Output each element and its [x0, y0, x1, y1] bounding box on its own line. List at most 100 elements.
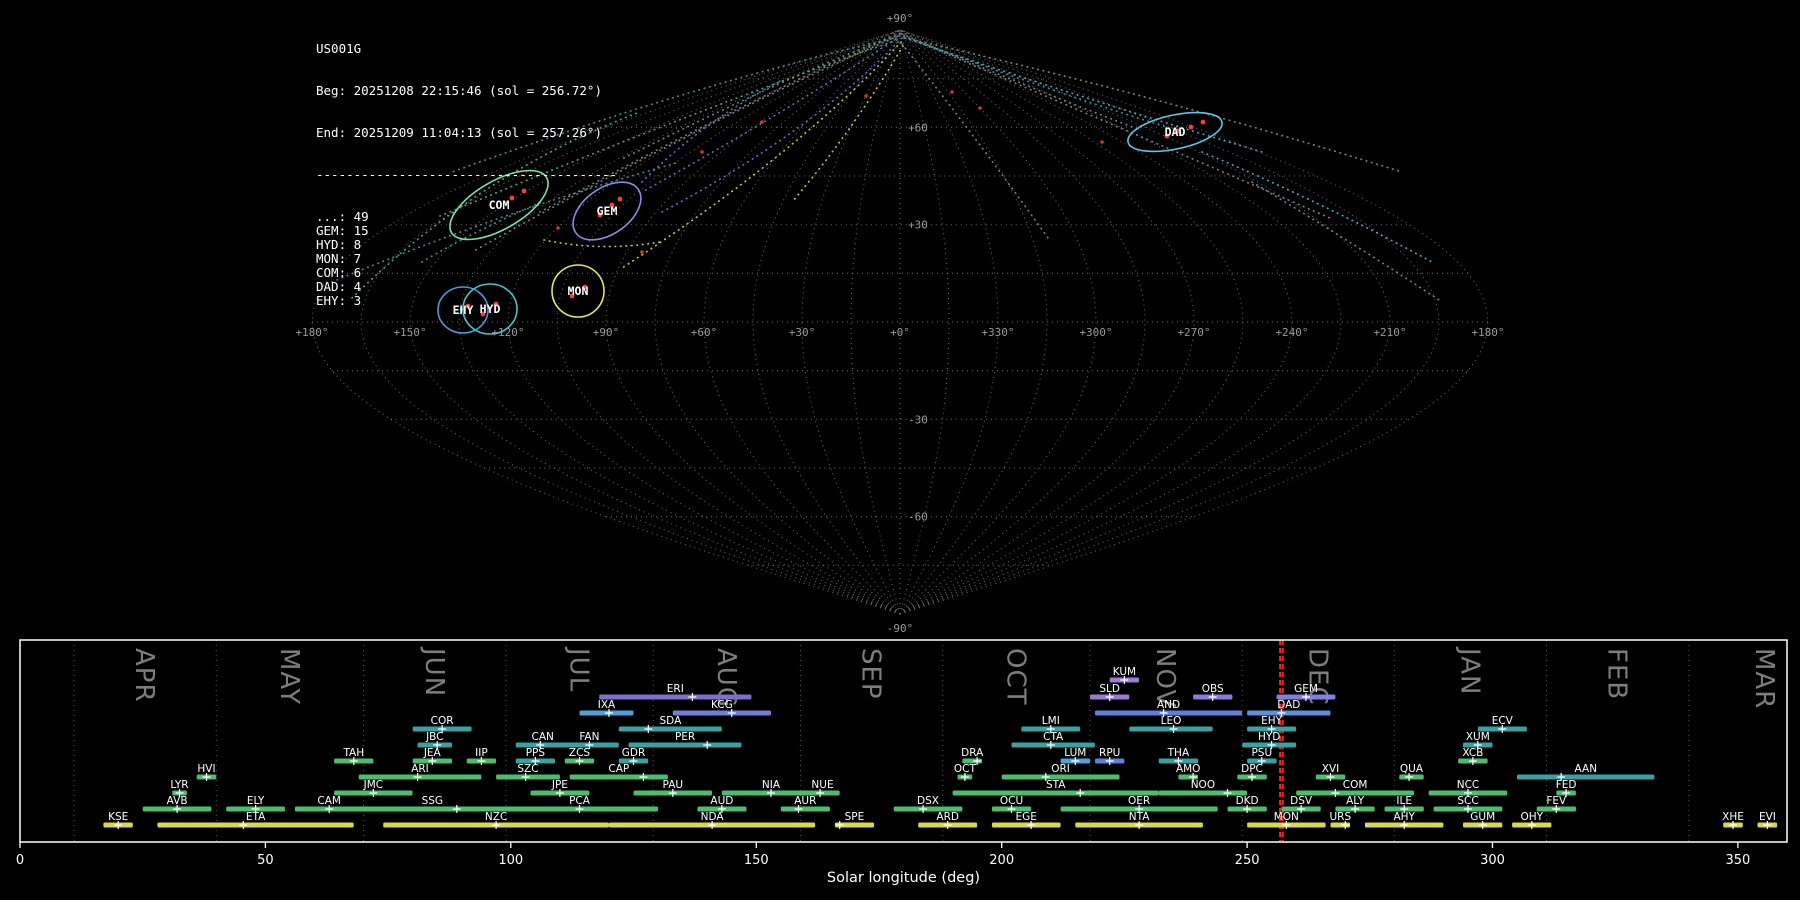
shower-bar-CAM: CAM: [294, 795, 364, 813]
shower-bar-SPE: SPE: [834, 811, 875, 829]
shower-bar-NZC: NZC: [383, 811, 609, 829]
shower-bar-OCT: OCT: [954, 763, 977, 781]
shower-code-label: SCC: [1457, 795, 1478, 807]
shower-bar-HVI: HVI: [196, 763, 217, 781]
month-labels: APR MAY JUN JUL AUG SEP OCT NOV DEC JAN FEB MAR: [129, 646, 1779, 709]
x-axis-title: Solar longitude (deg): [827, 870, 980, 886]
shower-code-label: KUM: [1113, 666, 1136, 678]
shower-code-label: GDR: [622, 747, 646, 759]
activity-bar: [1517, 774, 1655, 780]
shower-code-label: ORI: [1051, 763, 1070, 775]
shower-code-label: DSV: [1290, 795, 1313, 807]
x-tick-label: 150: [744, 853, 769, 868]
shower-code-label: JBC: [425, 731, 443, 743]
shower-bar-ZCS: ZCS: [564, 747, 595, 765]
shower-code-label: AAN: [1575, 763, 1598, 775]
shower-code-label: NTA: [1129, 811, 1150, 823]
activity-timeline: APR MAY JUN JUL AUG SEP OCT NOV DEC JAN FEB MAR KUM E…: [0, 0, 1800, 900]
shower-bar-SDA: SDA: [618, 715, 722, 733]
shower-bar-NDA: NDA: [609, 811, 816, 829]
shower-code-label: NUE: [811, 779, 833, 791]
shower-code-label: PAU: [663, 779, 684, 791]
shower-code-label: CTA: [1043, 731, 1064, 743]
shower-code-label: KCG: [711, 699, 733, 711]
shower-code-label: IIP: [475, 747, 488, 759]
shower-code-label: ELY: [247, 795, 265, 807]
shower-code-label: OER: [1128, 795, 1150, 807]
shower-bar-AVB: AVB: [142, 795, 212, 813]
shower-code-label: DAD: [1277, 699, 1300, 711]
shower-code-label: MON: [1274, 811, 1299, 823]
activity-bar: [991, 822, 1061, 828]
shower-bar-KUM: KUM: [1109, 666, 1140, 684]
shower-code-label: PCA: [569, 795, 591, 807]
activity-bar: [569, 774, 668, 780]
shower-bar-RPU: RPU: [1094, 747, 1125, 765]
shower-bar-KCG: KCG: [672, 699, 771, 717]
shower-bar-LEO: LEO: [1129, 715, 1213, 733]
shower-code-label: SZC: [517, 763, 538, 775]
activity-bar: [780, 806, 830, 812]
shower-code-label: HYD: [1258, 731, 1280, 743]
shower-bar-MON: MON: [1247, 811, 1326, 829]
shower-code-label: COM: [1343, 779, 1368, 791]
shower-code-label: PSU: [1251, 747, 1272, 759]
peak-marker: [644, 725, 653, 733]
month-label-SEP: SEP: [856, 648, 886, 700]
shower-code-label: XUM: [1466, 731, 1490, 743]
shower-bar-OHY: OHY: [1512, 811, 1552, 829]
shower-code-label: ECV: [1492, 715, 1514, 727]
peak-marker: [639, 773, 648, 781]
activity-bar: [628, 742, 742, 748]
peak-marker: [452, 805, 461, 813]
x-tick-label: 250: [1235, 853, 1260, 868]
shower-code-label: HVI: [197, 763, 215, 775]
shower-code-label: GEM: [1294, 683, 1318, 695]
shower-code-label: QUA: [1400, 763, 1424, 775]
month-label-APR: APR: [129, 648, 159, 703]
shower-code-label: EVI: [1759, 811, 1776, 823]
month-label-OCT: OCT: [1000, 648, 1030, 706]
shower-bar-DKD: DKD: [1227, 795, 1267, 813]
shower-code-label: OCT: [954, 763, 977, 775]
shower-bar-PCA: PCA: [501, 795, 659, 813]
shower-bar-JMC: JMC: [334, 779, 413, 797]
shower-code-label: AUR: [794, 795, 816, 807]
peak-marker: [688, 693, 697, 701]
shower-code-label: OHY: [1521, 811, 1544, 823]
shower-code-label: FAN: [579, 731, 599, 743]
peak-marker: [1076, 789, 1085, 797]
shower-bar-SLD: SLD: [1090, 683, 1130, 701]
shower-code-label: LYR: [170, 779, 188, 791]
peak-marker: [835, 821, 844, 829]
shower-code-label: AND: [1157, 699, 1180, 711]
shower-code-label: EGE: [1015, 811, 1036, 823]
shower-code-label: TAH: [342, 747, 364, 759]
shower-bar-EGE: EGE: [991, 811, 1061, 829]
shower-bar-IXA: IXA: [579, 699, 634, 717]
month-label-MAR: MAR: [1749, 648, 1779, 709]
x-axis-ticks: 0 50 100 150 200 250 300 350: [16, 842, 1750, 868]
shower-code-label: OBS: [1202, 683, 1224, 695]
shower-bar-DPC: DPC: [1237, 763, 1267, 781]
shower-bar-URS: URS: [1329, 811, 1351, 829]
x-tick-label: 300: [1480, 853, 1505, 868]
shower-code-label: NZC: [485, 811, 507, 823]
x-tick-label: 0: [16, 853, 24, 868]
shower-code-label: DRA: [961, 747, 984, 759]
shower-code-label: PER: [675, 731, 695, 743]
shower-bar-NOO: NOO: [1158, 779, 1247, 797]
shower-bar-AHY: AHY: [1364, 811, 1444, 829]
shower-code-label: OCU: [1000, 795, 1023, 807]
shower-bar-EVI: EVI: [1757, 811, 1778, 829]
shower-code-label: JEA: [423, 747, 442, 759]
activity-bar: [672, 710, 771, 716]
shower-code-label: STA: [1046, 779, 1066, 791]
activity-bar: [1158, 790, 1247, 796]
shower-code-label: PPS: [526, 747, 546, 759]
shower-bar-XHE: XHE: [1722, 811, 1744, 829]
shower-bar-OBS: OBS: [1193, 683, 1233, 701]
shower-bar-NTA: NTA: [1075, 811, 1203, 829]
shower-code-label: NCC: [1457, 779, 1480, 791]
peak-marker: [1331, 789, 1340, 797]
